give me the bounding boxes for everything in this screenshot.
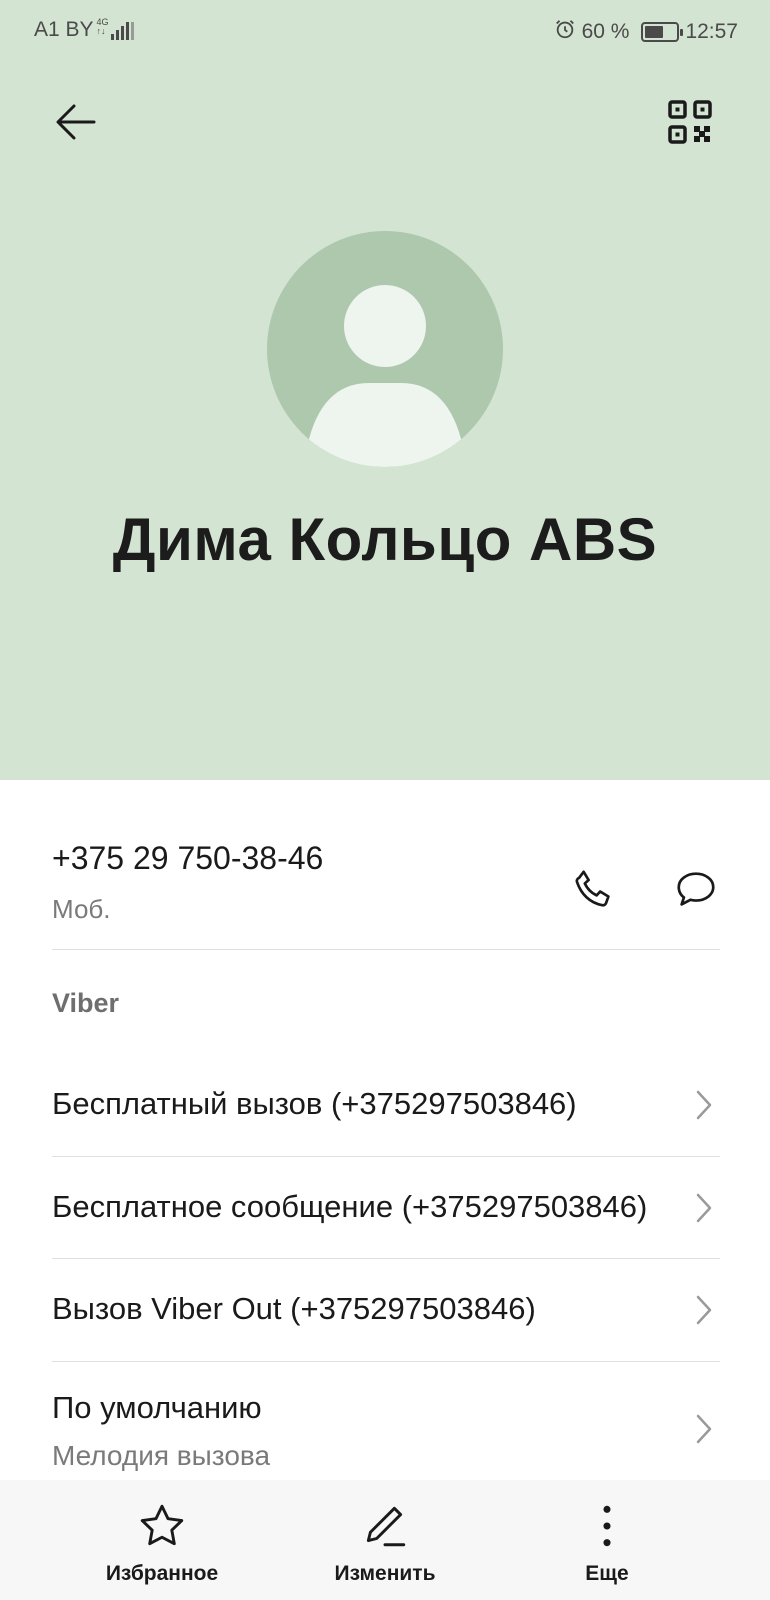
viber-section-title: Viber — [52, 988, 120, 1018]
ringtone-value: По умолчанию — [52, 1390, 262, 1425]
more-vertical-icon — [581, 1500, 633, 1552]
message-bubble-icon — [677, 872, 715, 906]
phone-type-label: Моб. — [52, 894, 111, 924]
viber-out-call-row[interactable]: Вызов Viber Out (+375297503846) — [52, 1259, 720, 1362]
contact-header: A1 BY 4G ↑↓ 60 % 12:57 Дима Кольцо ABS — [0, 0, 770, 780]
back-button[interactable] — [44, 90, 108, 154]
ringtone-row[interactable]: По умолчанию Мелодия вызова — [52, 1362, 720, 1480]
person-silhouette-icon — [307, 285, 463, 467]
more-button[interactable]: Еще — [517, 1480, 697, 1600]
ringtone-sublabel: Мелодия вызова — [52, 1440, 271, 1471]
star-icon — [136, 1500, 188, 1552]
clock: 12:57 — [685, 20, 738, 43]
status-left: A1 BY 4G ↑↓ — [34, 18, 134, 42]
pencil-icon — [359, 1500, 411, 1552]
viber-free-message-label: Бесплатное сообщение (+375297503846) — [52, 1189, 648, 1224]
battery-level — [645, 26, 664, 38]
chevron-right-icon — [692, 1412, 716, 1446]
viber-free-call-row[interactable]: Бесплатный вызов (+375297503846) — [52, 1052, 720, 1157]
phone-icon — [575, 870, 610, 907]
carrier-label: A1 BY — [34, 18, 94, 41]
chevron-right-icon — [692, 1088, 716, 1122]
viber-free-call-label: Бесплатный вызов (+375297503846) — [52, 1086, 577, 1121]
phone-number: +375 29 750-38-46 — [52, 840, 324, 876]
more-label: Еще — [585, 1562, 629, 1585]
viber-out-call-label: Вызов Viber Out (+375297503846) — [52, 1291, 536, 1326]
qr-code-button[interactable] — [658, 90, 722, 154]
favorites-label: Избранное — [105, 1562, 219, 1585]
call-button[interactable] — [562, 858, 626, 922]
contact-name: Дима Кольцо ABS — [112, 506, 658, 573]
edit-button[interactable]: Изменить — [295, 1480, 475, 1600]
message-button[interactable] — [664, 858, 728, 922]
alarm-icon — [554, 18, 576, 46]
bottom-action-bar: Избранное Изменить Еще — [0, 1480, 770, 1600]
battery-percent: 60 % — [581, 20, 630, 43]
favorites-button[interactable]: Избранное — [72, 1480, 252, 1600]
qr-code-icon — [668, 100, 712, 144]
phone-number-row[interactable]: +375 29 750-38-46 Моб. — [52, 830, 720, 950]
contact-avatar — [267, 231, 503, 467]
network-type-badge: 4G ↑↓ — [97, 18, 109, 36]
network-activity-label: ↑↓ — [96, 26, 106, 36]
arrow-left-icon — [56, 104, 96, 140]
chevron-right-icon — [692, 1191, 716, 1225]
signal-strength-icon — [110, 20, 134, 40]
chevron-right-icon — [692, 1293, 716, 1327]
edit-label: Изменить — [334, 1562, 436, 1585]
status-bar: A1 BY 4G ↑↓ 60 % 12:57 — [0, 0, 770, 62]
viber-free-message-row[interactable]: Бесплатное сообщение (+375297503846) — [52, 1157, 720, 1259]
battery-icon — [641, 22, 684, 42]
status-right: 60 % 12:57 — [554, 18, 738, 46]
